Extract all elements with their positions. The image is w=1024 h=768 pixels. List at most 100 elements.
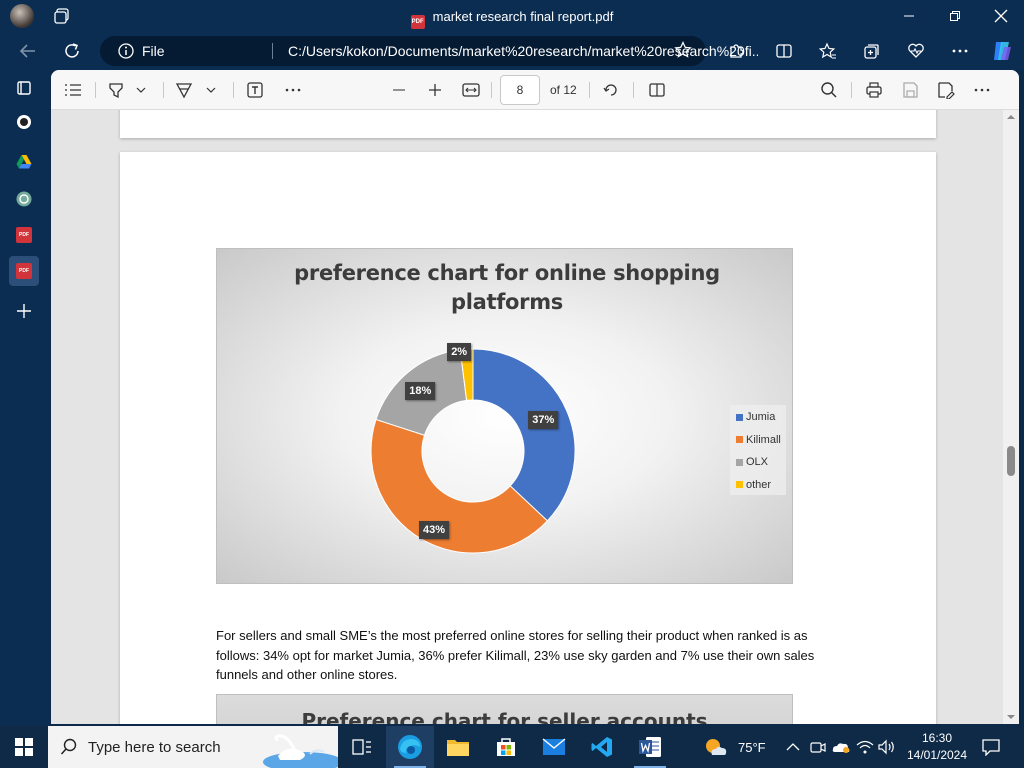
document-area[interactable]: preference chart for online shopping pla… (51, 110, 1003, 724)
next-chart-title: Preference chart for seller accounts (301, 709, 708, 724)
pdf-viewer: 8 of 12 preference chart for online shop… (51, 70, 1019, 724)
info-icon[interactable] (118, 43, 134, 62)
minimize-button[interactable] (886, 0, 932, 32)
notifications-icon[interactable] (982, 726, 1000, 768)
legend-label: Kilimall (746, 433, 781, 446)
search-icon (60, 738, 77, 755)
scroll-up-icon[interactable] (1003, 112, 1019, 122)
contents-icon[interactable] (61, 78, 85, 102)
favorites-icon[interactable] (814, 37, 842, 65)
chatgpt-tab-icon[interactable] (9, 184, 39, 214)
taskbar-search[interactable]: Type here to search (48, 726, 338, 768)
save-icon[interactable] (898, 78, 922, 102)
previous-page (120, 110, 936, 138)
legend-item-other: other (736, 479, 771, 491)
print-icon[interactable] (862, 78, 886, 102)
legend-swatch (736, 458, 743, 466)
legend-item-jumia: Jumia (736, 411, 775, 423)
more-options-icon[interactable] (970, 78, 994, 102)
back-button[interactable] (14, 37, 42, 65)
task-view-icon[interactable] (338, 726, 386, 768)
data-label-other: 2% (447, 342, 472, 361)
pdf-file-icon: PDF (410, 15, 425, 29)
collections-icon[interactable] (858, 37, 886, 65)
file-explorer-icon[interactable] (434, 726, 482, 768)
onedrive-icon[interactable] (832, 726, 850, 768)
edge-taskbar-icon[interactable] (386, 726, 434, 768)
pdf-tab-icon[interactable]: PDF (9, 220, 39, 250)
divider (272, 43, 273, 59)
split-screen-icon[interactable] (770, 37, 798, 65)
zoom-in-icon[interactable] (423, 78, 447, 102)
draw-dropdown-icon[interactable] (201, 78, 221, 102)
search-icon[interactable] (817, 78, 841, 102)
pdf-toolbar: 8 of 12 (51, 70, 1019, 110)
next-chart-preview: Preference chart for seller accounts (216, 694, 793, 724)
scrollbar-thumb[interactable] (1007, 446, 1015, 476)
legend-label: other (746, 478, 772, 491)
system-clock[interactable]: 16:30 14/01/2024 (902, 730, 972, 764)
legend-swatch (736, 436, 743, 443)
weather-temperature: 75°F (738, 739, 766, 755)
browser-sidebar: PDF PDF (0, 70, 50, 726)
add-text-icon[interactable] (243, 78, 267, 102)
legend-swatch (736, 413, 743, 421)
file-scheme-label: File (142, 43, 165, 59)
legend-label: OLX (746, 456, 769, 468)
close-button[interactable] (978, 0, 1024, 32)
meet-now-icon[interactable] (810, 726, 826, 768)
vscode-icon[interactable] (578, 726, 626, 768)
more-menu-icon[interactable] (946, 37, 974, 65)
extensions-icon[interactable] (722, 37, 750, 65)
vertical-scrollbar[interactable] (1003, 110, 1019, 724)
fit-to-width-icon[interactable] (459, 78, 483, 102)
mail-icon[interactable] (530, 726, 578, 768)
divider (633, 82, 634, 98)
legend-item-kilimall: Kilimall (736, 434, 781, 446)
restore-button[interactable] (932, 0, 978, 32)
google-drive-tab-icon[interactable] (9, 147, 39, 177)
clock-time: 16:30 (921, 731, 953, 745)
hidden-icons-chevron-icon[interactable] (786, 726, 800, 768)
more-tools-icon[interactable] (281, 78, 305, 102)
browser-essentials-icon[interactable] (902, 37, 930, 65)
tab-actions-icon[interactable] (9, 73, 39, 103)
pdf-page-8: preference chart for online shopping pla… (120, 152, 936, 724)
body-paragraph: For sellers and small SME’s the most pre… (216, 628, 815, 682)
new-tab-plus-icon[interactable] (9, 296, 39, 326)
microsoft-store-icon[interactable] (482, 726, 530, 768)
app-tab-icon[interactable] (9, 107, 39, 137)
draw-icon[interactable] (173, 78, 195, 102)
data-label-jumia: 37% (528, 410, 559, 429)
address-bar[interactable]: File C:/Users/kokon/Documents/market%20r… (100, 36, 758, 66)
pdf-tab-active-icon[interactable]: PDF (9, 256, 39, 286)
favorite-star-icon[interactable] (674, 41, 692, 62)
wifi-icon[interactable] (856, 726, 874, 768)
divider (491, 82, 492, 98)
start-button[interactable] (0, 726, 48, 768)
weather-sun-cloud-icon (706, 739, 727, 755)
refresh-button[interactable] (58, 37, 86, 65)
divider (95, 82, 96, 98)
page-number-input[interactable]: 8 (500, 75, 540, 105)
copilot-icon[interactable] (988, 37, 1016, 65)
clock-date: 14/01/2024 (906, 748, 968, 762)
highlight-dropdown-icon[interactable] (131, 78, 151, 102)
rotate-icon[interactable] (599, 78, 623, 102)
weather-widget[interactable]: 75°F (704, 726, 766, 768)
divider (851, 82, 852, 98)
page-view-icon[interactable] (645, 78, 669, 102)
legend-item-olx: OLX (736, 456, 768, 468)
divider (233, 82, 234, 98)
scroll-down-icon[interactable] (1003, 712, 1019, 722)
windows-taskbar: Type here to search 75°F 16:30 14/01/202… (0, 726, 1024, 768)
word-icon[interactable] (626, 726, 674, 768)
volume-icon[interactable] (878, 726, 896, 768)
highlight-icon[interactable] (105, 78, 127, 102)
divider (589, 82, 590, 98)
browser-titlebar: PDF market research final report.pdf (0, 0, 1024, 32)
save-as-icon[interactable] (934, 78, 958, 102)
zoom-out-icon[interactable] (387, 78, 411, 102)
data-label-kilimall: 43% (419, 520, 450, 539)
legend-label: Jumia (746, 411, 776, 423)
